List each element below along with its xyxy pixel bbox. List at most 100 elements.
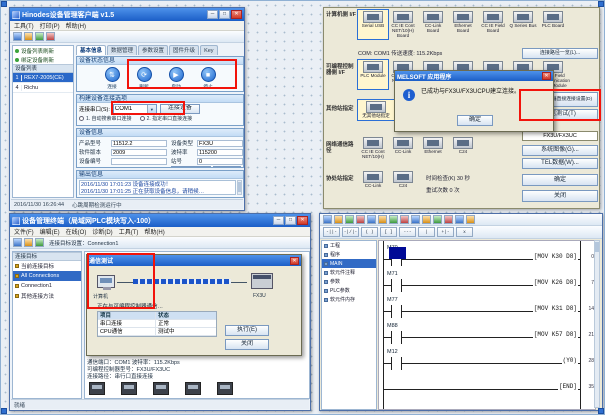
toolbar-icon[interactable] bbox=[35, 238, 44, 247]
field-value[interactable]: 2009 bbox=[111, 149, 167, 156]
project-tree-item[interactable]: 软元件注释 bbox=[322, 268, 376, 277]
field-value[interactable]: FX3U bbox=[197, 140, 243, 147]
ladder-symbol-button[interactable]: +|- bbox=[437, 227, 454, 237]
status-circle-button[interactable]: ■ 停止 bbox=[196, 67, 220, 90]
tree-item[interactable]: All Connections bbox=[13, 271, 81, 281]
ladder-symbol-button[interactable]: ( ) bbox=[361, 227, 378, 237]
selection-handle[interactable] bbox=[598, 1, 604, 7]
menu-item[interactable]: 诊断(D) bbox=[92, 227, 112, 236]
interface-board-cell[interactable]: Ethernet Board bbox=[448, 10, 478, 39]
toolbar-icon[interactable] bbox=[455, 215, 464, 224]
network-route-cell[interactable]: C24 bbox=[448, 136, 478, 161]
toolbar-icon[interactable] bbox=[378, 215, 387, 224]
field-value[interactable] bbox=[111, 167, 167, 169]
menu-item[interactable]: 在线(O) bbox=[66, 227, 87, 236]
sidebar-quick-item[interactable]: 设备列表刷新 bbox=[13, 46, 73, 55]
menu-item[interactable]: 编辑(E) bbox=[40, 227, 60, 236]
toolbar-icon[interactable] bbox=[411, 215, 420, 224]
close-button[interactable]: 关闭 bbox=[225, 339, 269, 350]
log-scrollbar[interactable] bbox=[237, 180, 242, 195]
toolbar-icon[interactable] bbox=[46, 32, 55, 41]
project-tree-item[interactable]: PLC参数 bbox=[322, 286, 376, 295]
tab[interactable]: 固件升级 bbox=[169, 45, 199, 55]
channel-list-button[interactable]: 连接路径一览(L)... bbox=[522, 48, 598, 59]
plc-device-icon[interactable] bbox=[217, 382, 233, 395]
minimize-button[interactable]: ─ bbox=[207, 10, 218, 19]
toolbar-icon[interactable] bbox=[35, 32, 44, 41]
toolbar-icon[interactable] bbox=[13, 32, 22, 41]
tree-item[interactable]: Connection1 bbox=[13, 281, 81, 291]
maximize-button[interactable]: □ bbox=[285, 216, 296, 225]
ladder-rung[interactable]: M12 (Y0) 28 bbox=[379, 347, 595, 373]
menu-item[interactable]: 打印(P) bbox=[40, 21, 60, 30]
title-bar[interactable]: 设备管理终端（局域网PLC模块写入-100） ─ □ ✕ bbox=[10, 214, 310, 227]
time-check-field[interactable]: 时间检查(K) 30 秒 bbox=[426, 174, 470, 182]
tab[interactable]: 数据管理 bbox=[107, 45, 137, 55]
toolbar-icon[interactable] bbox=[367, 215, 376, 224]
close-button[interactable]: ✕ bbox=[231, 10, 242, 19]
dialog-title-bar[interactable]: MELSOFT 应用程序 ✕ bbox=[395, 71, 553, 81]
toolbar-icon[interactable] bbox=[334, 215, 343, 224]
toolbar-icon[interactable] bbox=[422, 215, 431, 224]
project-tree-item[interactable]: 参数 bbox=[322, 277, 376, 286]
coexist-station-cell[interactable]: CC-Link bbox=[358, 170, 388, 190]
plc-device-icon[interactable] bbox=[121, 382, 137, 395]
toolbar-icon[interactable] bbox=[13, 238, 22, 247]
tel-data-button[interactable]: TEL数据(W)... bbox=[522, 158, 598, 169]
interface-board-cell[interactable]: CC IE Field Board bbox=[478, 10, 508, 39]
toolbar-icon[interactable] bbox=[400, 215, 409, 224]
toolbar-icon[interactable] bbox=[356, 215, 365, 224]
project-tree-item[interactable]: MAIN bbox=[322, 259, 376, 268]
toolbar-icon[interactable] bbox=[345, 215, 354, 224]
interface-module-cell[interactable]: PLC Module bbox=[358, 60, 388, 89]
radio-auto-search[interactable]: 1. 自动搜索串口连接 bbox=[79, 115, 132, 122]
status-circle-button[interactable]: ▶ 启动 bbox=[164, 67, 188, 90]
toolbar-icon[interactable] bbox=[323, 215, 332, 224]
table-row[interactable]: 串口连接 正常 bbox=[98, 320, 216, 328]
minimize-button[interactable]: ─ bbox=[273, 216, 284, 225]
close-icon[interactable]: ✕ bbox=[290, 257, 299, 265]
plc-device-icon[interactable] bbox=[185, 382, 201, 395]
chevron-down-icon[interactable]: ▼ bbox=[147, 105, 156, 113]
close-button[interactable]: 关闭 bbox=[522, 190, 598, 202]
menu-item[interactable]: 帮助(H) bbox=[144, 227, 164, 236]
tab[interactable]: Key bbox=[200, 45, 217, 55]
plc-device-icon[interactable] bbox=[89, 382, 105, 395]
field-value[interactable]: 11512.2 bbox=[111, 140, 167, 147]
output-log[interactable]: 2016/11/30 17:01:23 设备连接成功！2016/11/30 17… bbox=[79, 180, 236, 195]
scrollbar-thumb[interactable] bbox=[238, 182, 241, 192]
system-image-button[interactable]: 系统图像(G)... bbox=[522, 145, 598, 156]
menu-item[interactable]: 工具(T) bbox=[119, 227, 139, 236]
title-bar[interactable]: Hinodes设备管理客户端 v1.5 ─ □ ✕ bbox=[10, 8, 244, 21]
tab[interactable]: 基本信息 bbox=[76, 45, 106, 55]
ladder-rung[interactable]: M77 [MOV K31 D8] 14 bbox=[379, 295, 595, 321]
execute-button[interactable]: 执行(E) bbox=[225, 325, 269, 336]
device-list-row[interactable]: 1 REX7-2005(CE) bbox=[13, 73, 73, 83]
field-value[interactable] bbox=[111, 158, 167, 165]
interface-board-cell[interactable]: CC-Link Board bbox=[418, 10, 448, 39]
toolbar-icon[interactable] bbox=[24, 238, 33, 247]
selection-handle[interactable] bbox=[598, 408, 604, 414]
ladder-scrollbar[interactable] bbox=[594, 240, 600, 408]
toolbar-icon[interactable] bbox=[389, 215, 398, 224]
selection-handle[interactable] bbox=[1, 1, 7, 7]
network-route-cell[interactable]: CC-Link bbox=[388, 136, 418, 161]
selection-handle[interactable] bbox=[1, 408, 7, 414]
ladder-rung[interactable]: M70 [MOV K30 D8] 0 bbox=[379, 243, 595, 269]
other-station-cell[interactable]: 无其他站指定 bbox=[358, 100, 394, 120]
ladder-rung[interactable]: [END] 35 bbox=[379, 373, 595, 399]
ladder-symbol-button[interactable]: | bbox=[418, 227, 435, 237]
menu-item[interactable]: 工具(T) bbox=[14, 21, 34, 30]
advanced-settings-button[interactable]: 高级设置 bbox=[213, 166, 241, 168]
toolbar-icon[interactable] bbox=[24, 32, 33, 41]
ladder-symbol-button[interactable]: x bbox=[456, 227, 473, 237]
ladder-symbol-button[interactable]: -|/|- bbox=[342, 227, 359, 237]
ladder-rung[interactable]: M71 [MOV K26 D8] 7 bbox=[379, 269, 595, 295]
coexist-station-cell[interactable]: C24 bbox=[388, 170, 418, 190]
table-row[interactable]: CPU通信 测试中 bbox=[98, 328, 216, 336]
port-combobox[interactable]: COM1 ▼ bbox=[113, 104, 157, 114]
status-circle-button[interactable]: ⇅ 连接 bbox=[100, 67, 124, 90]
radio-specify-port[interactable]: 2. 指定串口直接连接 bbox=[140, 115, 193, 122]
sidebar-quick-item[interactable]: 绑定设备刷新 bbox=[13, 55, 73, 64]
close-icon[interactable]: ✕ bbox=[542, 72, 551, 80]
